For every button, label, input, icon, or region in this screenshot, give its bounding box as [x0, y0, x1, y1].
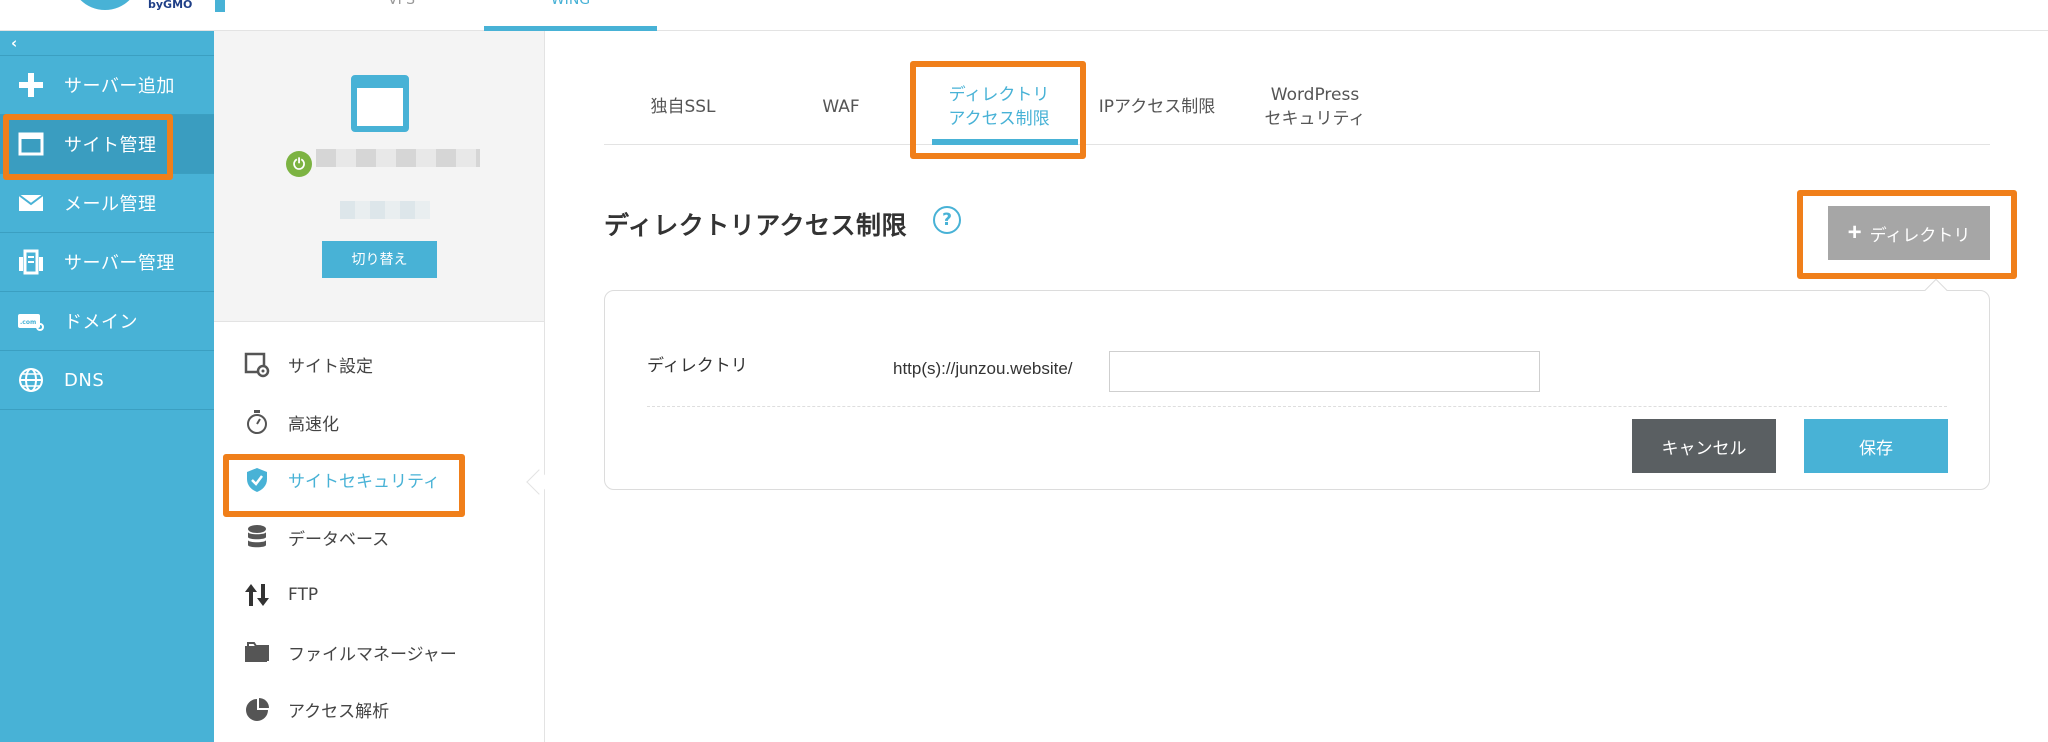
menu-item-label: ファイルマネージャー: [288, 644, 457, 665]
svg-text:.com: .com: [20, 319, 36, 326]
security-tabs: 独自SSL WAF ディレクトリ アクセス制限 IPアクセス制限 WordPre…: [604, 69, 1990, 145]
database-icon: [244, 524, 270, 550]
sidebar-collapse-button[interactable]: ‹: [0, 31, 214, 56]
top-tab-vps[interactable]: VPS: [315, 0, 488, 31]
page-title: ディレクトリアクセス制限: [604, 211, 908, 240]
settings-icon: [244, 352, 270, 378]
tab-wordpress-security[interactable]: WordPress セキュリティ: [1236, 69, 1394, 145]
site-name-blurred: [316, 149, 480, 167]
sidebar-item-label: サイト管理: [64, 135, 157, 156]
globe-icon: [16, 365, 46, 395]
plus-icon: +: [1847, 219, 1862, 246]
sidebar-item-label: メール管理: [64, 194, 157, 215]
sidebar-item-label: ドメイン: [64, 312, 138, 333]
menu-item-file-manager[interactable]: ファイルマネージャー: [214, 624, 544, 682]
divider: [647, 406, 1947, 407]
sidebar-item-label: サーバー追加: [64, 76, 175, 97]
server-icon: [16, 247, 46, 277]
sidebar-item-domain[interactable]: .com ドメイン: [0, 292, 214, 351]
sidebar-item-label: DNS: [64, 369, 105, 391]
power-icon: ⏻: [286, 151, 312, 177]
menu-item-database[interactable]: データベース: [214, 509, 544, 567]
cancel-button[interactable]: キャンセル: [1632, 419, 1776, 473]
switch-site-button[interactable]: 切り替え: [322, 241, 437, 278]
menu-item-label: アクセス解析: [288, 702, 390, 723]
directory-form-card: ディレクトリ http(s)://junzou.website/ キャンセル 保…: [604, 290, 1990, 490]
save-button[interactable]: 保存: [1804, 419, 1948, 473]
help-icon[interactable]: ?: [933, 206, 961, 234]
site-card: ⏻ 切り替え: [214, 31, 544, 322]
url-prefix: http(s)://junzou.website/: [893, 359, 1073, 378]
top-tab-wing[interactable]: WING: [484, 0, 657, 31]
sidebar-item-mail-management[interactable]: メール管理: [0, 174, 214, 233]
main-content: 独自SSL WAF ディレクトリ アクセス制限 IPアクセス制限 WordPre…: [546, 31, 2048, 742]
sidebar-item-add-server[interactable]: サーバー追加: [0, 56, 214, 115]
site-detail-blurred: [340, 201, 430, 219]
menu-item-site-settings[interactable]: サイト設定: [214, 336, 544, 394]
shield-icon: [244, 467, 270, 493]
mail-icon: [16, 188, 46, 218]
sidebar: ‹ サーバー追加 サイト管理 メール管理 サーバー管理 .com ドメイン DN…: [0, 31, 214, 742]
menu-item-label: サイトセキュリティ: [288, 472, 440, 493]
menu-item-site-security[interactable]: サイトセキュリティ: [214, 451, 544, 509]
menu-item-label: 高速化: [288, 414, 339, 435]
menu-item-label: FTP: [288, 584, 319, 605]
top-bar: byGMO VPS WING: [0, 0, 2048, 31]
sidebar-item-label: サーバー管理: [64, 253, 175, 274]
window-icon: [16, 129, 46, 159]
menu-item-ftp[interactable]: FTP: [214, 566, 544, 624]
site-window-icon: [351, 75, 409, 132]
stopwatch-icon: [244, 409, 270, 435]
pie-chart-icon: [244, 697, 270, 723]
sidebar-item-site-management[interactable]: サイト管理: [0, 115, 214, 174]
chevron-left-icon: ‹: [11, 34, 18, 52]
menu-item-label: データベース: [288, 529, 390, 550]
menu-item-access-analytics[interactable]: アクセス解析: [214, 681, 544, 739]
site-menu: サイト設定 高速化 サイトセキュリティ データベース FTP ファイルマネージャ…: [214, 322, 544, 739]
logo-text: byGMO: [148, 0, 193, 11]
menu-item-label: サイト設定: [288, 357, 373, 378]
add-directory-button[interactable]: + ディレクトリ: [1828, 206, 1990, 260]
menu-item-speed-up[interactable]: 高速化: [214, 394, 544, 452]
directory-label: ディレクトリ: [647, 356, 748, 376]
tab-waf[interactable]: WAF: [762, 69, 920, 145]
logo: byGMO: [30, 0, 225, 30]
sidebar-item-server-management[interactable]: サーバー管理: [0, 233, 214, 292]
tab-directory-access[interactable]: ディレクトリ アクセス制限: [920, 69, 1078, 145]
sidebar-item-dns[interactable]: DNS: [0, 351, 214, 410]
plus-icon: [16, 70, 46, 100]
transfer-icon: [244, 582, 270, 608]
folder-icon: [244, 639, 270, 665]
tab-ip-access[interactable]: IPアクセス制限: [1078, 69, 1236, 145]
directory-input[interactable]: [1109, 351, 1540, 392]
site-column: ⏻ 切り替え サイト設定 高速化 サイトセキュリティ データベース FTP ファ…: [214, 31, 545, 742]
tab-ssl[interactable]: 独自SSL: [604, 69, 762, 145]
domain-icon: .com: [16, 306, 46, 336]
